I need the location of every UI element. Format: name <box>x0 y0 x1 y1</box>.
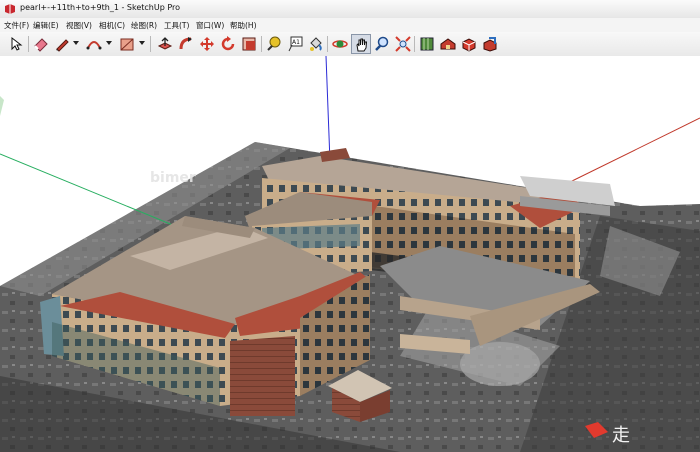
follow-me-tool[interactable] <box>176 34 196 54</box>
watermark-footer-text: 走 <box>612 425 630 446</box>
menu-draw[interactable]: 绘图(R) <box>131 20 157 31</box>
orbit-icon <box>332 40 348 48</box>
pencil-tool[interactable] <box>52 34 72 54</box>
paint-bucket-tool[interactable] <box>306 34 326 54</box>
add-location-tool[interactable] <box>417 34 437 54</box>
rotate-icon <box>221 36 235 51</box>
orbit-tool[interactable] <box>330 34 350 54</box>
watermark-text: bimer <box>150 170 196 186</box>
pencil-icon <box>56 39 69 52</box>
scale-tool[interactable] <box>239 34 259 54</box>
toolbar-separator <box>150 36 151 52</box>
scale-icon <box>242 37 256 51</box>
hand-icon <box>356 38 368 52</box>
rotate-tool[interactable] <box>218 34 238 54</box>
zoom-extents-icon <box>395 36 411 52</box>
title-bar: pearl+-+11th+to+9th_1 - SketchUp Pro <box>0 0 700 19</box>
model-scene: bimer 走 <box>0 56 700 452</box>
menu-bar: 文件(F) 编辑(E) 视图(V) 相机(C) 绘图(R) 工具(T) 窗口(W… <box>0 18 700 32</box>
follow-me-icon <box>179 37 192 50</box>
share-icon <box>483 37 497 52</box>
arc-tool[interactable] <box>84 34 104 54</box>
window-title: pearl+-+11th+to+9th_1 - SketchUp Pro <box>20 3 181 12</box>
map-icon <box>420 37 434 51</box>
rectangle-dropdown-arrow[interactable] <box>139 41 145 45</box>
arrow-cursor-icon <box>11 36 23 51</box>
menu-view[interactable]: 视图(V) <box>66 20 92 31</box>
move-tool[interactable] <box>197 34 217 54</box>
pencil-dropdown-arrow[interactable] <box>73 41 79 45</box>
push-pull-tool[interactable] <box>155 34 175 54</box>
push-pull-icon <box>157 37 173 50</box>
menu-file[interactable]: 文件(F) <box>4 20 29 31</box>
green-axis <box>0 153 181 229</box>
magnifier-icon <box>375 36 389 51</box>
arc-dropdown-arrow[interactable] <box>106 41 112 45</box>
move-icon <box>200 37 214 51</box>
rectangle-icon <box>120 38 134 51</box>
tape-measure-icon <box>267 36 281 51</box>
warehouse-icon <box>440 38 456 50</box>
warehouse-tool[interactable] <box>438 34 458 54</box>
menu-tools[interactable]: 工具(T) <box>164 20 189 31</box>
model-viewport[interactable]: bimer 走 <box>0 56 700 452</box>
sketchup-logo-icon <box>5 4 15 14</box>
rectangle-tool[interactable] <box>117 34 137 54</box>
text-tool[interactable]: A1 <box>285 34 305 54</box>
menu-help[interactable]: 帮助(H) <box>230 20 257 31</box>
menu-edit[interactable]: 编辑(E) <box>33 20 59 31</box>
share-model-tool[interactable] <box>480 34 500 54</box>
text-tool-label: A1 <box>292 39 300 46</box>
zoom-extents-tool[interactable] <box>393 34 413 54</box>
toolbar-separator <box>28 36 29 52</box>
select-tool[interactable] <box>6 34 26 54</box>
text-icon: A1 <box>288 36 303 52</box>
eraser-tool[interactable] <box>31 34 51 54</box>
red-axis <box>569 117 700 183</box>
menu-window[interactable]: 窗口(W) <box>196 20 224 31</box>
zoom-tool[interactable] <box>372 34 392 54</box>
toolbar-separator <box>327 36 328 52</box>
pan-tool[interactable] <box>351 34 371 54</box>
paint-bucket-icon <box>310 37 322 51</box>
components-tool[interactable] <box>459 34 479 54</box>
toolbar-separator <box>261 36 262 52</box>
main-toolbar: A1 <box>0 32 700 57</box>
menu-camera[interactable]: 相机(C) <box>99 20 125 31</box>
components-icon <box>462 38 476 52</box>
eraser-icon <box>34 38 48 52</box>
arc-icon <box>86 41 102 50</box>
tape-measure-tool[interactable] <box>264 34 284 54</box>
green-axis-marker <box>0 96 4 116</box>
toolbar-separator <box>414 36 415 52</box>
